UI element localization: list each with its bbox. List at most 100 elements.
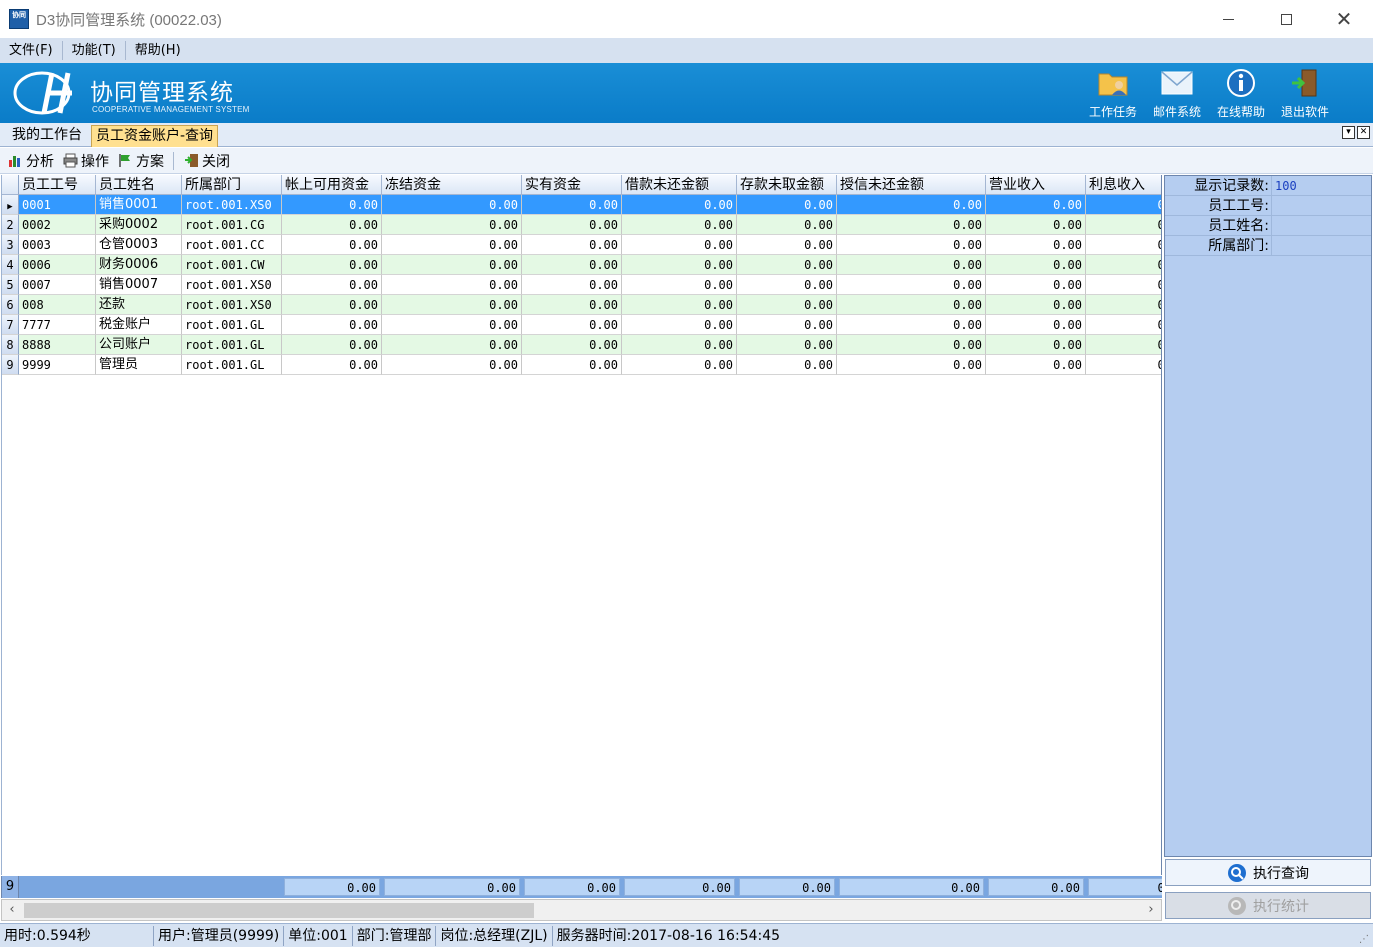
cell-amount[interactable]: 0.00	[622, 275, 737, 295]
cell-department[interactable]: root.001.GL	[182, 335, 282, 355]
cell-amount[interactable]: 0.00	[522, 235, 622, 255]
column-header[interactable]: 借款未还金额	[622, 175, 737, 195]
cell-amount[interactable]: 0.00	[737, 275, 837, 295]
column-header[interactable]: 帐上可用资金	[282, 175, 382, 195]
employee-id-input[interactable]	[1271, 196, 1371, 216]
column-header[interactable]: 存款未取金额	[737, 175, 837, 195]
row-indicator[interactable]: 5	[2, 275, 19, 295]
cell-amount[interactable]: 0.00	[382, 295, 522, 315]
column-header[interactable]: 员工姓名	[96, 175, 182, 195]
row-indicator[interactable]: 9	[2, 355, 19, 375]
cell-amount[interactable]: 0.00	[522, 355, 622, 375]
record-count-input[interactable]: 100	[1271, 176, 1371, 196]
table-row[interactable]: 6 008 还款 root.001.XS0 0.00 0.00 0.00 0.00 0.00 0.…	[2, 295, 1161, 315]
cell-amount[interactable]: 0.00	[986, 195, 1086, 215]
cell-amount[interactable]: 0.00	[522, 195, 622, 215]
scroll-left-icon[interactable]: ‹	[3, 901, 21, 919]
cell-amount[interactable]: 0.00	[837, 235, 986, 255]
cell-amount[interactable]: 0.00	[522, 295, 622, 315]
tab-my-workbench[interactable]: 我的工作台	[8, 125, 86, 147]
cell-amount[interactable]: 0.00	[986, 255, 1086, 275]
menu-function[interactable]: 功能(T)	[63, 41, 126, 60]
cell-amount[interactable]: 0.00	[986, 215, 1086, 235]
cell-department[interactable]: root.001.GL	[182, 355, 282, 375]
cell-amount[interactable]: 0.	[1086, 315, 1161, 335]
cell-employee-name[interactable]: 税金账户	[96, 315, 182, 335]
online-help-button[interactable]: 在线帮助	[1209, 67, 1273, 120]
cell-department[interactable]: root.001.CC	[182, 235, 282, 255]
cell-amount[interactable]: 0.00	[282, 195, 382, 215]
row-indicator[interactable]: 8	[2, 335, 19, 355]
menu-help[interactable]: 帮助(H)	[126, 41, 190, 60]
cell-department[interactable]: root.001.XS0	[182, 195, 282, 215]
scroll-thumb[interactable]	[24, 903, 534, 918]
cell-department[interactable]: root.001.CW	[182, 255, 282, 275]
plan-button[interactable]: 方案	[118, 151, 164, 171]
cell-amount[interactable]: 0.00	[282, 235, 382, 255]
cell-amount[interactable]: 0.	[1086, 275, 1161, 295]
table-row[interactable]: 5 0007 销售0007 root.001.XS0 0.00 0.00 0.00 0.00 0…	[2, 275, 1161, 295]
row-indicator[interactable]: 7	[2, 315, 19, 335]
cell-amount[interactable]: 0.00	[837, 335, 986, 355]
cell-amount[interactable]: 0.	[1086, 355, 1161, 375]
column-header[interactable]: 员工工号	[19, 175, 96, 195]
column-header[interactable]: 所属部门	[182, 175, 282, 195]
cell-employee-id[interactable]: 9999	[19, 355, 96, 375]
row-indicator[interactable]: 2	[2, 215, 19, 235]
cell-amount[interactable]: 0.00	[986, 335, 1086, 355]
cell-amount[interactable]: 0.00	[282, 215, 382, 235]
cell-department[interactable]: root.001.XS0	[182, 275, 282, 295]
work-task-button[interactable]: 工作任务	[1081, 67, 1145, 120]
tab-employee-account-query[interactable]: 员工资金账户-查询	[91, 125, 219, 147]
cell-amount[interactable]: 0.00	[737, 295, 837, 315]
cell-amount[interactable]: 0.00	[382, 315, 522, 335]
cell-amount[interactable]: 0.00	[522, 255, 622, 275]
cell-amount[interactable]: 0.	[1086, 195, 1161, 215]
cell-amount[interactable]: 0.	[1086, 235, 1161, 255]
row-indicator[interactable]: ▶	[2, 195, 19, 215]
cell-employee-id[interactable]: 008	[19, 295, 96, 315]
cell-amount[interactable]: 0.00	[382, 235, 522, 255]
cell-employee-name[interactable]: 还款	[96, 295, 182, 315]
cell-amount[interactable]: 0.00	[737, 255, 837, 275]
maximize-button[interactable]	[1257, 0, 1315, 38]
table-row[interactable]: 9 9999 管理员 root.001.GL 0.00 0.00 0.00 0.00 0.00 0…	[2, 355, 1161, 375]
cell-amount[interactable]: 0.00	[282, 295, 382, 315]
cell-amount[interactable]: 0.00	[522, 315, 622, 335]
scroll-right-icon[interactable]: ›	[1142, 901, 1160, 919]
column-header[interactable]: 授信未还金额	[837, 175, 986, 195]
row-indicator[interactable]: 3	[2, 235, 19, 255]
cell-department[interactable]: root.001.CG	[182, 215, 282, 235]
cell-amount[interactable]: 0.00	[837, 195, 986, 215]
cell-employee-id[interactable]: 0002	[19, 215, 96, 235]
column-header[interactable]: 利息收入	[1086, 175, 1161, 195]
cell-employee-name[interactable]: 公司账户	[96, 335, 182, 355]
cell-amount[interactable]: 0.	[1086, 295, 1161, 315]
cell-amount[interactable]: 0.00	[282, 255, 382, 275]
cell-amount[interactable]: 0.00	[522, 275, 622, 295]
cell-amount[interactable]: 0.00	[622, 195, 737, 215]
cell-amount[interactable]: 0.00	[837, 275, 986, 295]
employee-name-input[interactable]	[1271, 216, 1371, 236]
cell-amount[interactable]: 0.00	[737, 235, 837, 255]
cell-amount[interactable]: 0.00	[282, 315, 382, 335]
row-indicator[interactable]: 6	[2, 295, 19, 315]
table-row[interactable]: ▶ 0001 销售0001 root.001.XS0 0.00 0.00 0.00 0.00 0…	[2, 195, 1161, 215]
cell-employee-name[interactable]: 销售0007	[96, 275, 182, 295]
cell-amount[interactable]: 0.00	[622, 355, 737, 375]
analyze-button[interactable]: 分析	[8, 151, 54, 171]
execute-query-button[interactable]: 执行查询	[1165, 859, 1371, 886]
cell-amount[interactable]: 0.00	[282, 335, 382, 355]
mail-system-button[interactable]: 邮件系统	[1145, 67, 1209, 120]
cell-employee-id[interactable]: 7777	[19, 315, 96, 335]
table-row[interactable]: 3 0003 仓管0003 root.001.CC 0.00 0.00 0.00 0.00 0.…	[2, 235, 1161, 255]
cell-employee-id[interactable]: 0006	[19, 255, 96, 275]
cell-amount[interactable]: 0.00	[382, 195, 522, 215]
column-header[interactable]: 营业收入	[986, 175, 1086, 195]
exit-software-button[interactable]: 退出软件	[1273, 67, 1337, 120]
tab-list-dropdown-icon[interactable]: ▾	[1342, 126, 1355, 139]
cell-employee-name[interactable]: 财务0006	[96, 255, 182, 275]
cell-amount[interactable]: 0.00	[737, 315, 837, 335]
execute-statistics-button[interactable]: 执行统计	[1165, 892, 1371, 919]
cell-amount[interactable]: 0.00	[622, 295, 737, 315]
